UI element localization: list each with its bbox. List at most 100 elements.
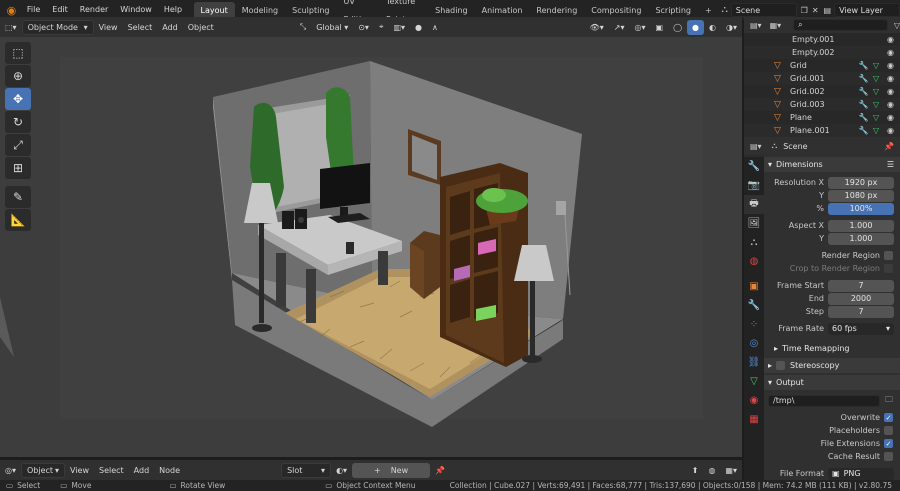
new-material-button[interactable]: + New <box>352 462 431 478</box>
output-path-input[interactable]: /tmp\ <box>768 394 880 407</box>
stereoscopy-panel-header[interactable]: ▸ Stereoscopy <box>764 358 900 373</box>
frame-start-field[interactable]: 7 <box>828 279 894 292</box>
material-browse-icon[interactable]: ◐▾ <box>331 463 352 478</box>
filter-icon[interactable]: ▽ <box>894 21 900 30</box>
render-tab-icon[interactable]: 📷 <box>744 176 764 195</box>
display-mode-icon[interactable]: ▦▾ <box>770 21 782 30</box>
pin-icon[interactable]: 📌 <box>430 463 450 478</box>
mode-selector[interactable]: Object Mode ▾ <box>21 19 94 35</box>
remove-scene-icon[interactable]: ✕ <box>812 6 819 15</box>
resolution-y-field[interactable]: 1080 px <box>828 189 894 202</box>
pin-icon[interactable]: 📌 <box>884 142 894 151</box>
constraints-tab-icon[interactable]: ⛓ <box>744 353 764 372</box>
falloff-icon[interactable]: ∧ <box>427 20 443 35</box>
transform-tool-icon[interactable]: ⊞ <box>5 157 31 179</box>
scene-icon[interactable]: ⛬ <box>721 5 727 15</box>
node-editor-type-icon[interactable]: ◎▾ <box>0 463 21 478</box>
frame-step-field[interactable]: 7 <box>828 305 894 318</box>
move-tool-icon[interactable]: ✥ <box>5 88 31 110</box>
scene-selector[interactable]: Scene <box>730 3 797 17</box>
slot-selector[interactable]: Slot ▾ <box>281 462 332 478</box>
outliner-item[interactable]: ▽ Grid.002 🔧 ▽ ◉ <box>744 85 900 98</box>
modifier-tab-icon[interactable]: 🔧 <box>744 296 764 315</box>
node-menu-select[interactable]: Select <box>94 463 129 478</box>
outliner-search-input[interactable]: ⌕ <box>793 19 888 31</box>
pivot-point-icon[interactable]: ⊙▾ <box>353 20 374 35</box>
aspect-x-field[interactable]: 1.000 <box>828 219 894 232</box>
outliner-item[interactable]: ▽ Grid.001 🔧 ▽ ◉ <box>744 72 900 85</box>
resolution-percent-field[interactable]: 100% <box>828 202 894 215</box>
outliner-item[interactable]: ▽ Grid 🔧 ▽ ◉ <box>744 59 900 72</box>
visibility-eye-icon[interactable]: ◉ <box>887 100 894 109</box>
outliner-item[interactable]: ▽ Plane.001 🔧 ▽ ◉ <box>744 124 900 137</box>
dimensions-panel-header[interactable]: ▾ Dimensions ☰ <box>764 157 900 172</box>
scale-tool-icon[interactable]: ⤢ <box>5 134 31 156</box>
visibility-eye-icon[interactable]: ◉ <box>887 48 894 57</box>
node-menu-view[interactable]: View <box>65 463 94 478</box>
cursor-tool-icon[interactable]: ⊕ <box>5 65 31 87</box>
file-extensions-checkbox[interactable]: ✓ <box>884 439 893 448</box>
material-tab-icon[interactable]: ◉ <box>744 391 764 410</box>
measure-tool-icon[interactable]: 📐 <box>5 209 31 231</box>
view-layer-icon[interactable]: ▤ <box>824 6 832 15</box>
rotate-tool-icon[interactable]: ↻ <box>5 111 31 133</box>
solid-shading-icon[interactable]: ● <box>687 19 705 35</box>
transform-orientation-selector[interactable]: Global ▾ <box>311 20 353 35</box>
outliner-item[interactable]: ▽ Plane 🔧 ▽ ◉ <box>744 111 900 124</box>
wireframe-shading-icon[interactable]: ◯ <box>668 20 687 35</box>
output-tab-icon[interactable]: 🖶 <box>744 195 764 214</box>
visibility-eye-icon[interactable]: ◉ <box>887 87 894 96</box>
blender-logo-icon[interactable]: ◉ <box>6 2 17 18</box>
texture-tab-icon[interactable]: ▦ <box>744 410 764 429</box>
stereoscopy-checkbox[interactable] <box>776 361 786 370</box>
resolution-x-field[interactable]: 1920 px <box>828 176 894 189</box>
node-menu-add[interactable]: Add <box>129 463 155 478</box>
gizmo-icon[interactable]: ↗▾ <box>609 20 630 35</box>
editor-type-icon[interactable]: ⬚▾ <box>0 20 22 35</box>
material-shading-icon[interactable]: ◐ <box>704 20 721 35</box>
data-tab-icon[interactable]: ▽ <box>744 372 764 391</box>
menu-select[interactable]: Select <box>123 20 158 35</box>
presets-icon[interactable]: ☰ <box>887 160 894 169</box>
annotate-tool-icon[interactable]: ✎ <box>5 186 31 208</box>
folder-icon[interactable]: 🗀 <box>885 394 893 408</box>
outliner-item[interactable]: Empty.001 ◉ <box>744 33 900 46</box>
snap-node-icon[interactable]: ◍ <box>703 463 720 478</box>
node-menu-node[interactable]: Node <box>154 463 185 478</box>
visibility-eye-icon[interactable]: ◉ <box>887 126 894 135</box>
select-box-tool-icon[interactable]: ⬚ <box>5 42 31 64</box>
tool-tab-icon[interactable]: 🔧 <box>744 157 764 176</box>
render-region-checkbox[interactable] <box>884 251 893 260</box>
parent-node-icon[interactable]: ⬆ <box>687 463 704 478</box>
aspect-y-field[interactable]: 1.000 <box>828 232 894 245</box>
object-tab-icon[interactable]: ▣ <box>744 277 764 296</box>
shader-type-selector[interactable]: Object ▾ <box>21 462 65 478</box>
overwrite-checkbox[interactable]: ✓ <box>884 413 893 422</box>
crop-region-checkbox[interactable] <box>884 264 893 273</box>
xray-icon[interactable]: ▣ <box>651 20 669 35</box>
snap-target-icon[interactable]: ▥▾ <box>388 20 410 35</box>
world-tab-icon[interactable]: ◍ <box>744 252 764 271</box>
file-format-selector[interactable]: ▣ PNG <box>828 467 894 480</box>
copy-scene-icon[interactable]: ❐ <box>801 6 808 15</box>
rendered-shading-icon[interactable]: ◑▾ <box>721 20 742 35</box>
particles-tab-icon[interactable]: ⁘ <box>744 315 764 334</box>
placeholders-checkbox[interactable] <box>884 426 893 435</box>
outliner-item[interactable]: ▽ Grid.003 🔧 ▽ ◉ <box>744 98 900 111</box>
3d-viewport[interactable]: ⬚ ⊕ ✥ ↻ ⤢ ⊞ ✎ 📐 <box>0 37 742 457</box>
outliner-editor-icon[interactable]: ▤▾ <box>750 21 762 30</box>
scene-tab-icon[interactable]: ⛬ <box>744 233 764 252</box>
view-layer-selector[interactable]: View Layer <box>834 3 900 17</box>
snap-element-icon[interactable]: ▦▾ <box>720 463 742 478</box>
frame-rate-selector[interactable]: 60 fps ▾ <box>828 322 894 335</box>
frame-end-field[interactable]: 2000 <box>828 292 894 305</box>
outliner-item[interactable]: Empty.002 ◉ <box>744 46 900 59</box>
menu-view[interactable]: View <box>94 20 123 35</box>
view-layer-tab-icon[interactable]: 🖼 <box>744 214 764 233</box>
menu-object[interactable]: Object <box>183 20 219 35</box>
snap-icon[interactable]: ⌖ <box>374 20 389 35</box>
time-remapping-panel-header[interactable]: ▸ Time Remapping <box>764 341 900 356</box>
physics-tab-icon[interactable]: ◎ <box>744 334 764 353</box>
output-panel-header[interactable]: ▾ Output <box>764 375 900 390</box>
visibility-eye-icon[interactable]: ◉ <box>887 113 894 122</box>
